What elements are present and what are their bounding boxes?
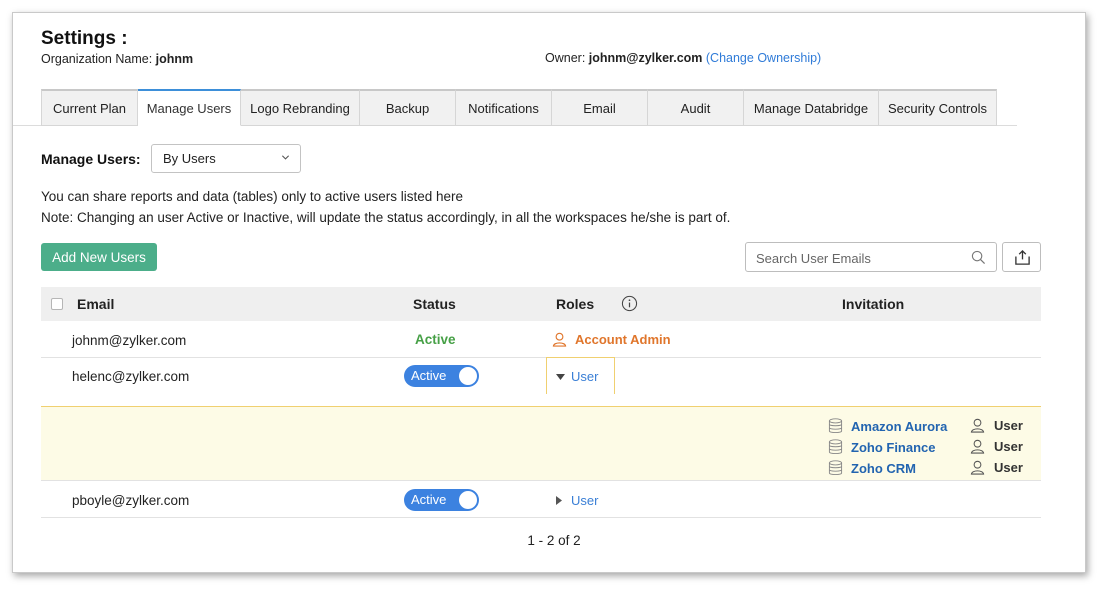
tab-security-controls[interactable]: Security Controls [879,89,997,126]
tab-manage-databridge[interactable]: Manage Databridge [744,89,879,126]
user-icon [970,439,985,454]
toggle-knob [458,366,478,386]
tab-backup[interactable]: Backup [360,89,456,126]
user-email: pboyle@zylker.com [72,493,190,508]
role-account-admin: Account Admin [552,332,671,347]
header-status: Status [413,296,456,312]
user-icon [970,460,985,475]
header-invitation: Invitation [842,296,905,312]
workspace-name[interactable]: Amazon Aurora [851,419,947,434]
share-info-text: You can share reports and data (tables) … [41,189,463,204]
caret-down-icon [556,374,565,380]
workspace-role-label: User [994,460,1023,475]
user-email: johnm@zylker.com [72,333,187,348]
roles-info-icon[interactable] [621,295,638,312]
role-dropdown-expanded[interactable]: User [546,357,615,394]
status-text: Active [415,332,456,347]
workspace-role: User [970,418,1023,433]
workspace-item[interactable]: Zoho CRM [828,460,916,476]
search-box [745,242,997,272]
tab-email[interactable]: Email [552,89,648,126]
database-icon [828,439,843,455]
role-label: User [571,493,599,508]
workspace-name[interactable]: Zoho Finance [851,440,936,455]
owner-value: johnm@zylker.com [588,51,703,65]
settings-tabs: Current Plan Manage Users Logo Rebrandin… [41,89,997,126]
select-all-checkbox[interactable] [51,298,63,310]
export-button[interactable] [1002,242,1041,272]
table-row: johnm@zylker.com Active Account Admin [41,321,1041,358]
user-icon [552,332,567,347]
page-title: Settings : [41,28,128,49]
status-toggle[interactable]: Active [404,365,479,387]
header-email: Email [77,296,115,312]
search-input[interactable] [756,249,956,267]
workspace-name[interactable]: Zoho CRM [851,461,916,476]
org-value: johnm [155,52,194,66]
export-icon [1015,249,1030,265]
role-label: User [571,369,599,384]
toggle-label: Active [411,492,447,507]
manage-users-selected: By Users [163,151,216,166]
owner-label: Owner: [545,51,586,65]
workspace-role-label: User [994,439,1023,454]
workspace-role-label: User [994,418,1023,433]
add-new-users-button[interactable]: Add New Users [41,243,157,271]
status-note-text: Note: Changing an user Active or Inactiv… [41,210,731,225]
manage-users-select[interactable]: By Users [151,144,301,173]
role-dropdown-collapsed[interactable]: User [556,493,598,508]
organization-name: Organization Name: johnm [41,52,193,66]
tab-current-plan[interactable]: Current Plan [41,89,138,126]
toggle-knob [458,490,478,510]
org-label: Organization Name: [41,52,153,66]
workspace-role: User [970,439,1023,454]
tab-logo-rebranding[interactable]: Logo Rebranding [241,89,360,126]
tab-notifications[interactable]: Notifications [456,89,552,126]
workspace-item[interactable]: Zoho Finance [828,439,936,455]
owner-info: Owner: johnm@zylker.com (Change Ownershi… [545,51,821,65]
user-icon [970,418,985,433]
toggle-label: Active [411,368,447,383]
search-icon[interactable] [971,250,986,265]
workspace-role: User [970,460,1023,475]
status-toggle[interactable]: Active [404,489,479,511]
users-table-header: Email Status Roles Invitation [41,287,1041,321]
tab-audit[interactable]: Audit [648,89,744,126]
tab-manage-users[interactable]: Manage Users [138,89,241,126]
workspace-item[interactable]: Amazon Aurora [828,418,947,434]
caret-right-icon [556,496,562,505]
pagination-text: 1 - 2 of 2 [527,533,581,548]
database-icon [828,460,843,476]
workspace-roles-panel: Amazon Aurora User Zoho Finance User Zoh… [41,406,1041,481]
settings-panel: Settings : Organization Name: johnm Owne… [12,12,1086,573]
header-roles: Roles [556,296,595,312]
chevron-down-icon [281,155,290,160]
user-email: helenc@zylker.com [72,369,190,384]
table-row: pboyle@zylker.com Active User [41,482,1041,518]
manage-users-label: Manage Users: [41,151,141,167]
role-label: Account Admin [575,332,671,347]
table-row: helenc@zylker.com Active User [41,357,1041,394]
database-icon [828,418,843,434]
change-ownership-link[interactable]: (Change Ownership) [706,51,821,65]
